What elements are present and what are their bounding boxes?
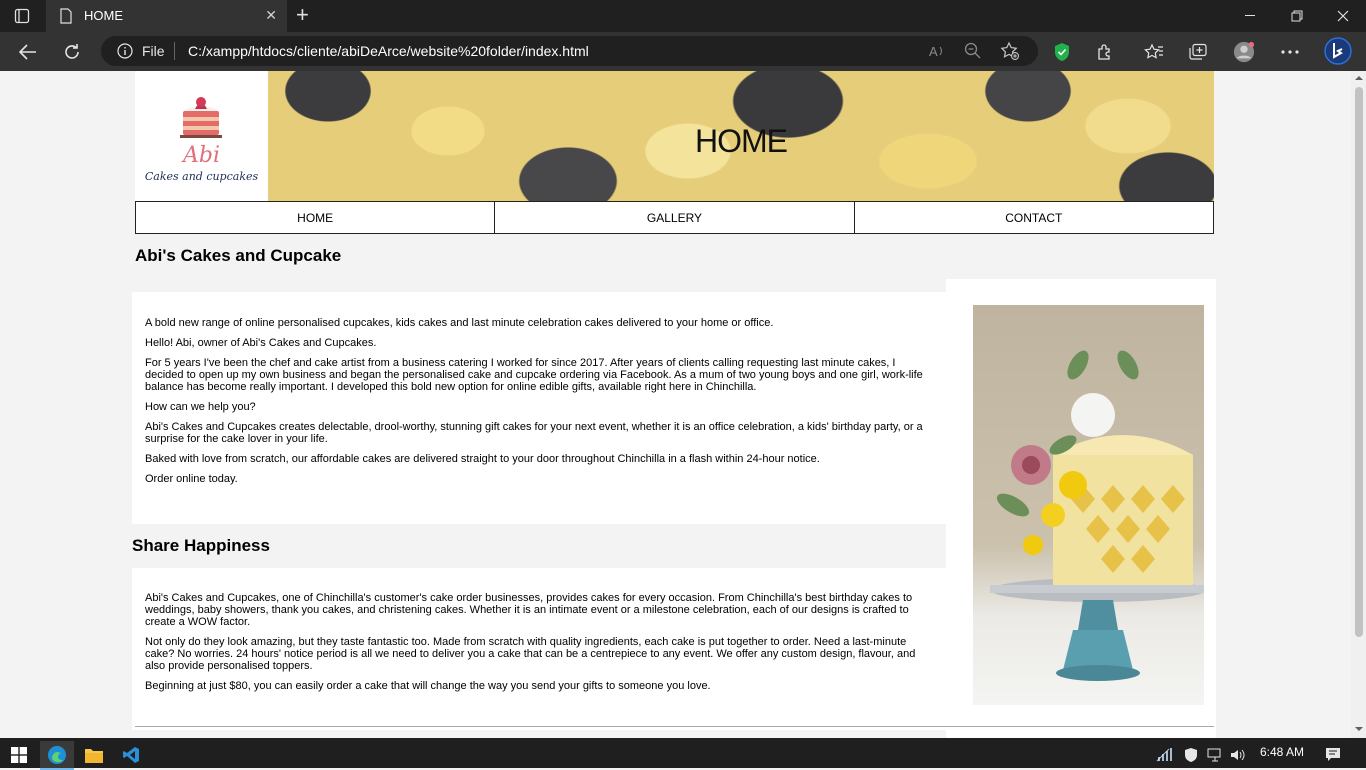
intro-paragraph: A bold new range of online personalised … — [145, 317, 774, 329]
site-heading: Abi's Cakes and Cupcake — [135, 246, 342, 265]
page-scrollbar[interactable] — [1351, 71, 1366, 738]
close-window-icon[interactable] — [1320, 0, 1366, 32]
shield-icon[interactable] — [1051, 41, 1073, 63]
windows-start-icon[interactable] — [2, 741, 36, 768]
security-shield-icon[interactable] — [1180, 741, 1202, 768]
footer-divider — [135, 726, 1214, 727]
zoom-out-icon[interactable] — [964, 42, 982, 65]
cake-photo — [973, 305, 1204, 705]
share-happiness-section: Abi's Cakes and Cupcakes, one of Chinchi… — [132, 568, 946, 730]
main-navigation: HOME GALLERY CONTACT — [135, 201, 1214, 234]
back-arrow-icon[interactable] — [17, 41, 39, 63]
profile-avatar-icon[interactable] — [1233, 41, 1255, 63]
scroll-down-icon[interactable] — [1355, 726, 1363, 732]
volume-icon[interactable] — [1227, 741, 1249, 768]
site-info-icon[interactable] — [117, 43, 133, 64]
collections-icon[interactable] — [1187, 41, 1209, 63]
network-icon[interactable] — [1204, 741, 1226, 768]
page-viewport: Abi Cakes and cupcakes HOME HOME GALLERY… — [0, 71, 1351, 738]
intro-paragraph: Abi's Cakes and Cupcakes creates delecta… — [145, 421, 923, 445]
site-logo[interactable]: Abi Cakes and cupcakes — [135, 71, 268, 201]
intro-text: A bold new range of online personalised … — [145, 317, 935, 493]
notifications-icon[interactable] — [1318, 741, 1348, 768]
intro-paragraph: How can we help you? — [145, 401, 256, 413]
page-icon — [59, 8, 73, 29]
section-paragraph: Not only do they look amazing, but they … — [145, 636, 916, 672]
nav-gallery-link[interactable]: GALLERY — [495, 201, 855, 234]
network-activity-icon[interactable] — [1152, 741, 1176, 768]
refresh-icon[interactable] — [61, 41, 83, 63]
tab-title: HOME — [84, 8, 123, 23]
intro-paragraph: Order online today. — [145, 473, 238, 485]
favorites-icon[interactable] — [1143, 41, 1165, 63]
new-tab-icon[interactable]: + — [296, 4, 309, 26]
logo-tagline: Cakes and cupcakes — [144, 170, 259, 183]
read-aloud-icon[interactable]: A — [928, 42, 946, 65]
browser-toolbar: File C:/xampp/htdocs/cliente/abiDeArce/w… — [0, 32, 1366, 71]
logo-name: Abi — [182, 143, 220, 168]
section-text: Abi's Cakes and Cupcakes, one of Chinchi… — [145, 592, 935, 700]
banner-title: HOME — [695, 123, 788, 159]
settings-more-icon[interactable] — [1279, 41, 1301, 63]
bing-copilot-icon[interactable] — [1324, 37, 1352, 65]
browser-tab-home[interactable]: HOME ✕ — [46, 0, 287, 32]
intro-paragraph: For 5 years I've been the chef and cake … — [145, 357, 923, 393]
minimize-window-icon[interactable] — [1228, 0, 1274, 32]
scrollbar-thumb[interactable] — [1355, 87, 1363, 637]
address-separator — [174, 42, 175, 60]
edge-browser-icon[interactable] — [40, 741, 74, 770]
extensions-icon[interactable] — [1094, 41, 1116, 63]
scroll-up-icon[interactable] — [1355, 75, 1363, 81]
taskbar-clock[interactable]: 6:48 AM — [1260, 745, 1304, 759]
cupcakes-banner-image: HOME — [268, 71, 1214, 201]
file-scheme-label: File — [142, 43, 165, 59]
section-heading: Share Happiness — [132, 536, 270, 555]
browser-title-bar: HOME ✕ + — [0, 0, 1366, 32]
close-tab-icon[interactable]: ✕ — [265, 7, 277, 24]
intro-section: A bold new range of online personalised … — [132, 292, 946, 524]
site-header: Abi Cakes and cupcakes HOME — [135, 71, 1214, 201]
nav-contact-link[interactable]: CONTACT — [854, 201, 1214, 234]
nav-home-link[interactable]: HOME — [135, 201, 496, 234]
section-paragraph: Beginning at just $80, you can easily or… — [145, 680, 711, 692]
intro-paragraph: Baked with love from scratch, our afford… — [145, 453, 820, 465]
address-bar[interactable]: File C:/xampp/htdocs/cliente/abiDeArce/w… — [101, 36, 1038, 66]
file-explorer-icon[interactable] — [77, 741, 111, 768]
vscode-icon[interactable] — [114, 741, 148, 768]
restore-window-icon[interactable] — [1274, 0, 1320, 32]
intro-paragraph: Hello! Abi, owner of Abi's Cakes and Cup… — [145, 337, 377, 349]
tab-actions-icon[interactable] — [14, 8, 30, 24]
section-paragraph: Abi's Cakes and Cupcakes, one of Chinchi… — [145, 592, 913, 628]
url-text[interactable]: C:/xampp/htdocs/cliente/abiDeArce/websit… — [188, 43, 589, 59]
aside-panel — [946, 279, 1216, 738]
windows-taskbar: 6:48 AM — [0, 738, 1366, 770]
svg-text:A: A — [929, 44, 938, 59]
add-favorite-icon[interactable] — [1000, 41, 1020, 66]
